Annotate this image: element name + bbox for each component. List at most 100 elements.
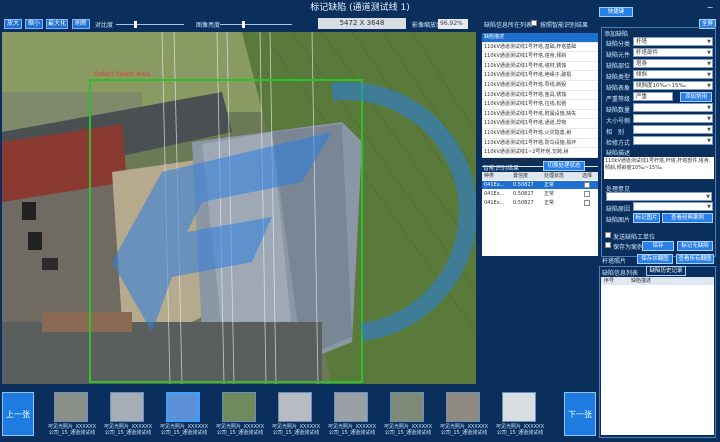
desc-label: 缺陷表象 xyxy=(606,85,631,92)
defect-list-item[interactable]: 110kV通道测试线1号杆塔,火灾隐患,树 xyxy=(482,129,598,139)
refresh-button[interactable]: 刷新 xyxy=(72,19,90,29)
send-unit-checkbox[interactable] xyxy=(605,232,611,238)
repair-label: 缺陷原因 xyxy=(606,206,631,213)
defect-list-item[interactable]: 110kV通道测试线1号杆塔,金具,锈蚀 xyxy=(482,91,598,101)
desc-textarea[interactable]: 110kV通道测试线1号杆塔,杆塔,杆塔部件,塔身,倾斜,倾斜度10‰~15‰ xyxy=(604,157,714,179)
history-title: 缺陷信息列表 xyxy=(602,270,639,277)
part-select[interactable]: 杆塔部件 ▼ xyxy=(633,48,713,57)
add-common-button[interactable]: 添加常用 xyxy=(680,92,712,102)
zoom-in-button[interactable]: 放大 xyxy=(4,19,22,29)
type-select[interactable]: 倾斜 ▼ xyxy=(633,70,713,79)
thumbnail-image[interactable] xyxy=(110,392,144,422)
history-table[interactable] xyxy=(601,277,714,435)
chevron-down-icon: ▼ xyxy=(707,39,711,45)
defect-list-item[interactable]: 110kV通道测试线1号杆塔,通道,异物 xyxy=(482,119,598,129)
defect-list-item[interactable]: 110kV通道测试线1号杆塔,基础,杆塔基础 xyxy=(482,43,598,53)
thumbnail-image[interactable] xyxy=(334,392,368,422)
handle-select[interactable]: ▼ xyxy=(606,192,712,201)
smart-table-row[interactable]: 041Ex... 0.50827 正常 xyxy=(482,199,598,207)
phase-label: 相 别 xyxy=(606,129,625,136)
defect-list[interactable]: 缺陷描述 110kV通道测试线1号杆塔,基础,杆塔基础 110kV通道测试线1号杆… xyxy=(482,33,598,168)
defect-list-item[interactable]: 110kV通道测试线1号杆塔,塔身,倾斜 xyxy=(482,52,598,62)
chevron-down-icon: ▼ xyxy=(707,204,711,210)
thumbnail-caption: 可见光照片_XXXXXX公司_15_通道测试线 xyxy=(215,424,265,436)
minimize-icon[interactable]: − xyxy=(704,2,716,13)
mark-no-defect-button[interactable]: 标记无缺陷 xyxy=(677,241,713,251)
defect-list-item[interactable]: 110kV通道测试线1号杆塔,塔材,锈蚀 xyxy=(482,62,598,72)
defect-list-item[interactable]: 110kV通道测试线1号杆塔,绝缘子,破损 xyxy=(482,71,598,81)
col-select: 选择 xyxy=(582,173,593,179)
smart-check-checkbox[interactable] xyxy=(531,20,537,26)
save-button[interactable]: 保存 xyxy=(642,241,674,251)
next-image-button[interactable]: 下一张 xyxy=(564,392,596,436)
thumbnail-caption: 可见光照片_XXXXXX公司_15_通道测试线 xyxy=(47,424,97,436)
view-case-button[interactable]: 查看经典案例 xyxy=(662,213,713,223)
smart-select-checkbox[interactable] xyxy=(584,200,590,206)
smart-table-row[interactable]: 041Ex... 0.50827 正常 xyxy=(482,190,598,198)
col-kind: 种类 xyxy=(484,173,495,179)
defect-list-item[interactable]: 110kV通道测试线1号杆塔,防鸟设施,损坏 xyxy=(482,139,598,149)
smart-select-checkbox[interactable] xyxy=(584,191,590,197)
history-col-index: 序号 xyxy=(604,278,615,284)
chevron-down-icon: ▼ xyxy=(707,50,711,56)
defect-list-item[interactable]: 110kV通道测试线1号杆塔,附属设施,缺失 xyxy=(482,110,598,120)
category-select[interactable]: 杆塔 ▼ xyxy=(633,37,713,46)
thumbnail-image[interactable] xyxy=(222,392,256,422)
category-label: 缺陷分类 xyxy=(606,41,631,48)
toggle-state-button[interactable]: 切换处理状态 xyxy=(543,161,585,171)
check-method-select[interactable]: ▼ xyxy=(633,136,713,145)
col-state: 处理状态 xyxy=(544,173,565,179)
brightness-slider[interactable] xyxy=(220,21,292,28)
thumbnail-image[interactable] xyxy=(502,392,536,422)
brightness-slider-knob[interactable] xyxy=(242,21,245,28)
thumbnail-caption: 可见光照片_XXXXXX公司_15_通道测试线 xyxy=(495,424,545,436)
thumbnail-image[interactable] xyxy=(278,392,312,422)
maximize-button[interactable]: 最大化 xyxy=(46,19,68,29)
save-case-checkbox[interactable] xyxy=(605,242,611,248)
contrast-slider[interactable] xyxy=(116,21,184,28)
smart-cell-kind: 041Ex... xyxy=(484,182,505,188)
smart-cell-conf: 0.50827 xyxy=(513,182,534,188)
send-unit-label: 发送缺陷工单位 xyxy=(613,234,656,241)
position-select[interactable]: 塔身 ▼ xyxy=(633,59,713,68)
thumbnail-image[interactable] xyxy=(446,392,480,422)
phase-select[interactable]: ▼ xyxy=(633,125,713,134)
quantity-input[interactable]: ▼ xyxy=(633,103,713,112)
desc-select[interactable]: 倾斜度10‰~15‰ ▼ xyxy=(633,81,713,90)
thumbnail-caption: 可见光照片_XXXXXX公司_15_通道测试线 xyxy=(103,424,153,436)
smart-result-title: 智能识别结果 xyxy=(483,165,520,172)
view-all-button[interactable]: 查看所有翻图 xyxy=(676,254,714,264)
mark-image-button[interactable]: 标记图片 xyxy=(633,213,660,223)
size-side-select[interactable]: ▼ xyxy=(633,114,713,123)
size-side-label: 大小号侧 xyxy=(606,118,631,125)
contrast-slider-knob[interactable] xyxy=(134,21,137,28)
position-label: 缺陷部位 xyxy=(606,63,631,70)
defect-list-item[interactable]: 110kV通道测试线1号杆塔,拉线,松弛 xyxy=(482,100,598,110)
smart-table-row[interactable]: 041Ex... 0.50827 正常 xyxy=(482,181,598,189)
thumbnail-image[interactable] xyxy=(166,392,200,422)
col-confidence: 置信度 xyxy=(513,173,529,179)
smart-cell-state: 正常 xyxy=(544,191,555,197)
save-next-button[interactable]: 保存并翻图 xyxy=(637,254,673,264)
history-tab[interactable]: 缺陷历史记录 xyxy=(646,266,686,276)
repair-select[interactable]: ▼ xyxy=(633,202,713,211)
thumbnail-image[interactable] xyxy=(54,392,88,422)
type-value: 倾斜 xyxy=(636,72,648,78)
prev-image-button[interactable]: 上一张 xyxy=(2,392,34,436)
chevron-down-icon: ▼ xyxy=(707,72,711,78)
zoom-out-button[interactable]: 缩小 xyxy=(25,19,43,29)
thumbnail-image[interactable] xyxy=(390,392,424,422)
app-window: 标记缺陷 (通道测试线 1) − 放大 缩小 最大化 刷新 对比度 图像亮度 5… xyxy=(0,0,720,442)
severity-select[interactable]: 严重 xyxy=(633,92,673,101)
desc-value: 倾斜度10‰~15‰ xyxy=(636,83,686,89)
defect-list-item[interactable]: 110kV通道测试线1号杆塔,导线,断股 xyxy=(482,81,598,91)
smart-select-checkbox[interactable] xyxy=(584,182,590,188)
annotation-label: Defect Select Area xyxy=(94,71,150,78)
defect-list-item[interactable]: 110kV通道测试线1~2号杆塔,交跨,树 xyxy=(482,148,598,158)
defect-list-title: 缺陷描述 xyxy=(482,33,598,43)
smart-cell-state: 正常 xyxy=(544,200,555,206)
toolbar: 放大 缩小 最大化 刷新 对比度 图像亮度 5472 X 3648 影像缩放比 … xyxy=(0,16,478,32)
quick-key-button[interactable]: 快捷键 xyxy=(599,7,633,17)
image-viewer[interactable]: Defect Select Area xyxy=(2,32,476,384)
zoom-select[interactable]: 96.92% xyxy=(438,19,468,29)
